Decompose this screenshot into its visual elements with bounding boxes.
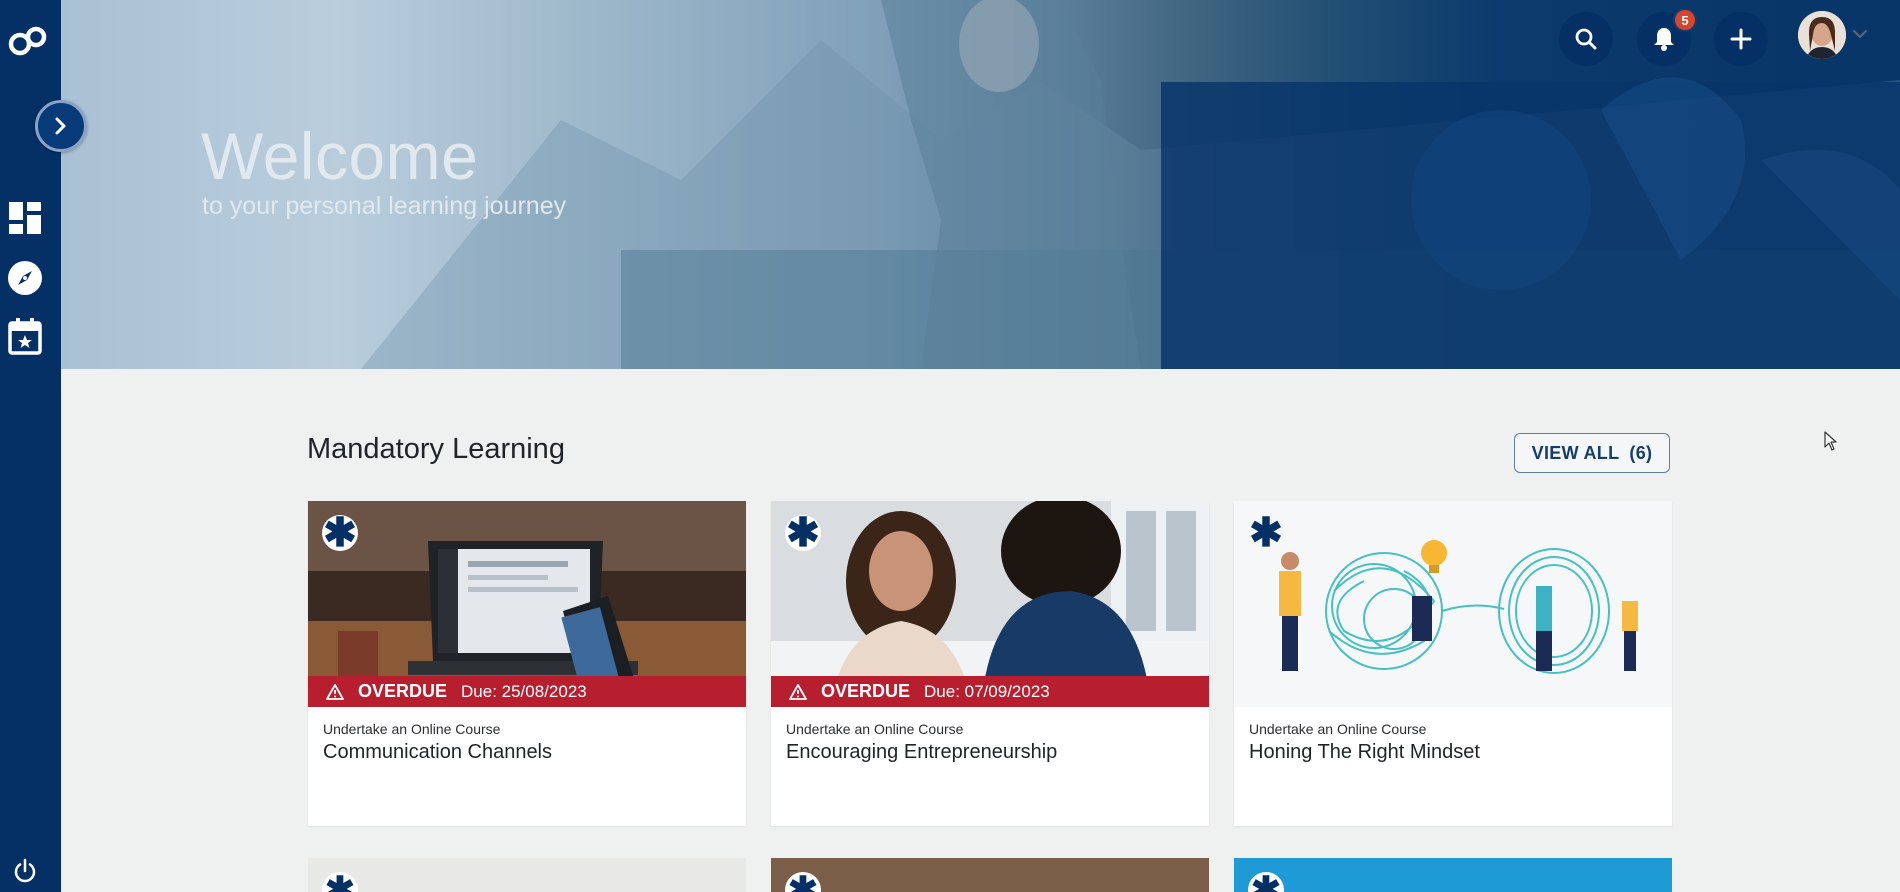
- bell-icon: [1654, 28, 1674, 51]
- course-card[interactable]: ✱ Undertake an Online Course Honing The …: [1234, 501, 1672, 826]
- due-date: Due: 07/09/2023: [924, 681, 1050, 701]
- notification-badge: 5: [1673, 8, 1697, 32]
- sidebar-expand-button[interactable]: [35, 100, 87, 152]
- course-image: ✱: [1234, 501, 1672, 707]
- overdue-label: OVERDUE: [358, 681, 448, 701]
- warning-icon: [326, 683, 344, 700]
- hero-subtitle: to your personal learning journey: [202, 192, 567, 220]
- mouse-cursor-icon: [1824, 431, 1837, 451]
- view-all-label: VIEW ALL: [1531, 442, 1620, 463]
- view-all-button[interactable]: VIEW ALL (6): [1514, 433, 1670, 473]
- hero-title: Welcome: [201, 119, 479, 193]
- chevron-right-icon: [55, 117, 66, 135]
- course-type: Undertake an Online Course: [323, 721, 501, 737]
- compass-icon[interactable]: [7, 260, 43, 296]
- course-card[interactable]: ✱ OVERDUE Due: 25/08/2023 Undertake an O…: [308, 501, 746, 826]
- course-type: Undertake an Online Course: [786, 721, 964, 737]
- course-title: Encouraging Entrepreneurship: [786, 741, 1058, 763]
- mandatory-star-icon: ✱: [322, 872, 358, 892]
- mandatory-star-icon: ✱: [785, 872, 821, 892]
- chevron-down-icon[interactable]: [1851, 27, 1869, 41]
- mandatory-star-icon: ✱: [785, 511, 821, 555]
- search-button[interactable]: [1559, 12, 1613, 66]
- avatar[interactable]: [1798, 11, 1846, 59]
- course-card-partial[interactable]: ✱: [771, 858, 1209, 892]
- plus-icon: [1730, 28, 1752, 50]
- warning-icon: [789, 683, 807, 700]
- overdue-label: OVERDUE: [821, 681, 911, 701]
- view-all-count: (6): [1629, 442, 1653, 463]
- course-card-partial[interactable]: ✱: [308, 858, 746, 892]
- mandatory-star-icon: ✱: [1248, 872, 1284, 892]
- course-type: Undertake an Online Course: [1249, 721, 1427, 737]
- notifications-button[interactable]: 5: [1637, 8, 1697, 66]
- add-button[interactable]: [1714, 12, 1768, 66]
- due-date: Due: 25/08/2023: [461, 681, 587, 701]
- course-card-partial[interactable]: ✱: [1234, 858, 1672, 892]
- search-icon: [1575, 28, 1597, 50]
- section-title: Mandatory Learning: [307, 433, 565, 465]
- mandatory-star-icon: ✱: [322, 511, 358, 555]
- calendar-star-icon[interactable]: [7, 318, 43, 355]
- course-title: Communication Channels: [323, 741, 553, 763]
- power-icon[interactable]: [12, 858, 38, 884]
- overdue-banner: OVERDUE Due: 07/09/2023: [771, 676, 1209, 707]
- hero-banner: Welcome to your personal learning journe…: [61, 0, 1900, 369]
- overdue-banner: OVERDUE Due: 25/08/2023: [308, 676, 746, 707]
- course-image: ✱ OVERDUE Due: 07/09/2023: [771, 501, 1209, 707]
- app-logo[interactable]: [6, 24, 48, 60]
- course-title: Honing The Right Mindset: [1249, 741, 1480, 763]
- course-image: ✱ OVERDUE Due: 25/08/2023: [308, 501, 746, 707]
- dashboard-icon[interactable]: [7, 200, 43, 236]
- mandatory-star-icon: ✱: [1249, 511, 1283, 555]
- course-card[interactable]: ✱ OVERDUE Due: 07/09/2023 Undertake an O…: [771, 501, 1209, 826]
